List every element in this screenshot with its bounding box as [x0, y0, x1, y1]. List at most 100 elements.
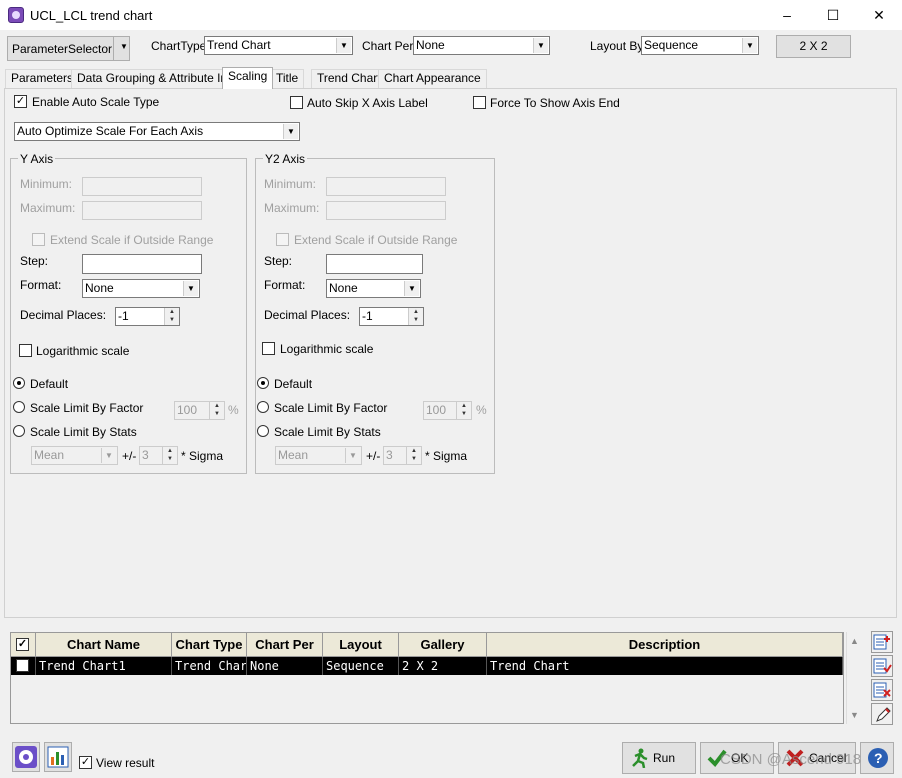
- gear-icon: [15, 746, 37, 768]
- cell-chart-type[interactable]: Trend Chart: [172, 657, 247, 675]
- chart-per-select[interactable]: None ▼: [413, 36, 550, 55]
- check-chart-button[interactable]: [871, 655, 893, 677]
- layout-by-select[interactable]: Sequence ▼: [641, 36, 759, 55]
- y-factor-stepper[interactable]: 100 ▲ ▼: [174, 401, 225, 420]
- y-stats-radio[interactable]: [13, 425, 25, 437]
- chevron-down-icon[interactable]: ▼: [533, 38, 548, 53]
- auto-scale-type-select[interactable]: Auto Optimize Scale For Each Axis ▼: [14, 122, 300, 141]
- y-minimum-label: Minimum:: [20, 177, 73, 191]
- y-stats-label: Scale Limit By Stats: [30, 425, 137, 439]
- grid-size-button[interactable]: 2 X 2: [776, 35, 851, 58]
- y-decimal-stepper[interactable]: -1 ▲ ▼: [115, 307, 180, 326]
- chevron-down-icon[interactable]: ▼: [120, 42, 128, 51]
- y-default-radio[interactable]: [13, 377, 25, 389]
- y2-log-checkbox[interactable]: [262, 342, 275, 355]
- close-button[interactable]: ✕: [856, 0, 902, 30]
- y2-extend-checkbox[interactable]: [276, 233, 289, 246]
- run-label: Run: [653, 751, 676, 765]
- header-chart-name[interactable]: Chart Name: [36, 633, 172, 657]
- view-result-checkbox[interactable]: ✓: [79, 756, 92, 769]
- maximize-button[interactable]: ☐: [810, 0, 856, 30]
- force-show-checkbox[interactable]: [473, 96, 486, 109]
- y2-minimum-input[interactable]: [326, 177, 446, 196]
- spin-arrows-icon[interactable]: ▲ ▼: [164, 308, 179, 325]
- spin-arrows-icon[interactable]: ▲ ▼: [406, 447, 421, 464]
- chevron-down-icon[interactable]: ▼: [283, 124, 298, 139]
- y2-decimal-value: -1: [362, 309, 373, 323]
- header-select-all[interactable]: ✓: [11, 633, 36, 657]
- edit-chart-button[interactable]: [871, 703, 893, 725]
- tab-parameters[interactable]: Parameters: [5, 69, 80, 88]
- chart-per-value: None: [416, 38, 445, 52]
- tab-trend-chart[interactable]: Trend Chart: [311, 69, 387, 88]
- header-chart-per[interactable]: Chart Per: [247, 633, 323, 657]
- y2-default-radio[interactable]: [257, 377, 269, 389]
- header-description[interactable]: Description: [487, 633, 843, 657]
- y-maximum-input[interactable]: [82, 201, 202, 220]
- y2-factor-radio[interactable]: [257, 401, 269, 413]
- y2-stat-select[interactable]: Mean ▼: [275, 446, 362, 465]
- scroll-up-icon[interactable]: ▲: [850, 636, 859, 646]
- parameter-selector-button[interactable]: ParameterSelector ▼: [7, 36, 130, 61]
- y2-factor-stepper[interactable]: 100 ▲ ▼: [423, 401, 472, 420]
- y-stat-select[interactable]: Mean ▼: [31, 446, 118, 465]
- scroll-down-icon[interactable]: ▼: [850, 710, 859, 720]
- y-step-input[interactable]: [82, 254, 202, 274]
- y-pct-label: %: [228, 403, 239, 417]
- spin-arrows-icon[interactable]: ▲ ▼: [456, 402, 471, 419]
- y-factor-radio[interactable]: [13, 401, 25, 413]
- y2-step-input[interactable]: [326, 254, 423, 274]
- chevron-down-icon[interactable]: ▼: [345, 448, 360, 463]
- tab-scaling[interactable]: Scaling: [222, 67, 274, 89]
- tab-data-grouping[interactable]: Data Grouping & Attribute Info: [71, 69, 244, 88]
- chevron-down-icon[interactable]: ▼: [183, 281, 198, 296]
- grid-scrollbar[interactable]: ▲ ▼: [846, 632, 862, 724]
- chart-type-select[interactable]: Trend Chart ▼: [204, 36, 353, 55]
- select-all-checkbox[interactable]: ✓: [16, 638, 29, 651]
- enable-auto-scale-checkbox[interactable]: ✓: [14, 95, 27, 108]
- y-sigma-stepper[interactable]: 3 ▲ ▼: [139, 446, 178, 465]
- cell-gallery[interactable]: 2 X 2: [399, 657, 487, 675]
- cell-chart-name[interactable]: Trend Chart1: [36, 657, 172, 675]
- tab-title[interactable]: Title: [270, 69, 305, 88]
- y-extend-checkbox[interactable]: [32, 233, 45, 246]
- chevron-down-icon[interactable]: ▼: [101, 448, 116, 463]
- chart-type-value: Trend Chart: [207, 38, 271, 52]
- header-layout[interactable]: Layout: [323, 633, 399, 657]
- y2-format-select[interactable]: None ▼: [326, 279, 421, 298]
- minimize-button[interactable]: –: [764, 0, 810, 30]
- app-icon: [8, 7, 24, 23]
- spin-arrows-icon[interactable]: ▲ ▼: [209, 402, 224, 419]
- run-button[interactable]: Run: [622, 742, 696, 774]
- tab-chart-appearance[interactable]: Chart Appearance: [378, 69, 487, 88]
- y2-stats-radio[interactable]: [257, 425, 269, 437]
- settings-button[interactable]: [12, 742, 40, 772]
- row-checkbox[interactable]: ✓: [16, 659, 29, 672]
- chevron-down-icon[interactable]: ▼: [742, 38, 757, 53]
- cell-chart-per[interactable]: None: [247, 657, 323, 675]
- y2-format-value: None: [329, 281, 358, 295]
- chevron-down-icon[interactable]: ▼: [404, 281, 419, 296]
- y2-decimal-stepper[interactable]: -1 ▲ ▼: [359, 307, 424, 326]
- header-gallery[interactable]: Gallery: [399, 633, 487, 657]
- row-select-cell[interactable]: ✓: [11, 657, 36, 675]
- cell-description[interactable]: Trend Chart: [487, 657, 843, 675]
- layout-by-label: Layout By: [590, 39, 644, 53]
- chart-view-button[interactable]: [44, 742, 72, 772]
- cell-layout[interactable]: Sequence: [323, 657, 399, 675]
- y2-axis-title: Y2 Axis: [263, 152, 308, 166]
- chevron-down-icon[interactable]: ▼: [336, 38, 351, 53]
- y2-maximum-input[interactable]: [326, 201, 446, 220]
- header-chart-type[interactable]: Chart Type: [172, 633, 247, 657]
- spin-arrows-icon[interactable]: ▲ ▼: [408, 308, 423, 325]
- y-format-select[interactable]: None ▼: [82, 279, 200, 298]
- y2-sigma-stepper[interactable]: 3 ▲ ▼: [383, 446, 422, 465]
- view-result-label: View result: [96, 756, 155, 770]
- delete-chart-button[interactable]: [871, 679, 893, 701]
- y-minimum-input[interactable]: [82, 177, 202, 196]
- add-chart-button[interactable]: [871, 631, 893, 653]
- help-button[interactable]: ?: [860, 742, 894, 774]
- spin-arrows-icon[interactable]: ▲ ▼: [162, 447, 177, 464]
- y-log-checkbox[interactable]: [19, 344, 32, 357]
- auto-skip-checkbox[interactable]: [290, 96, 303, 109]
